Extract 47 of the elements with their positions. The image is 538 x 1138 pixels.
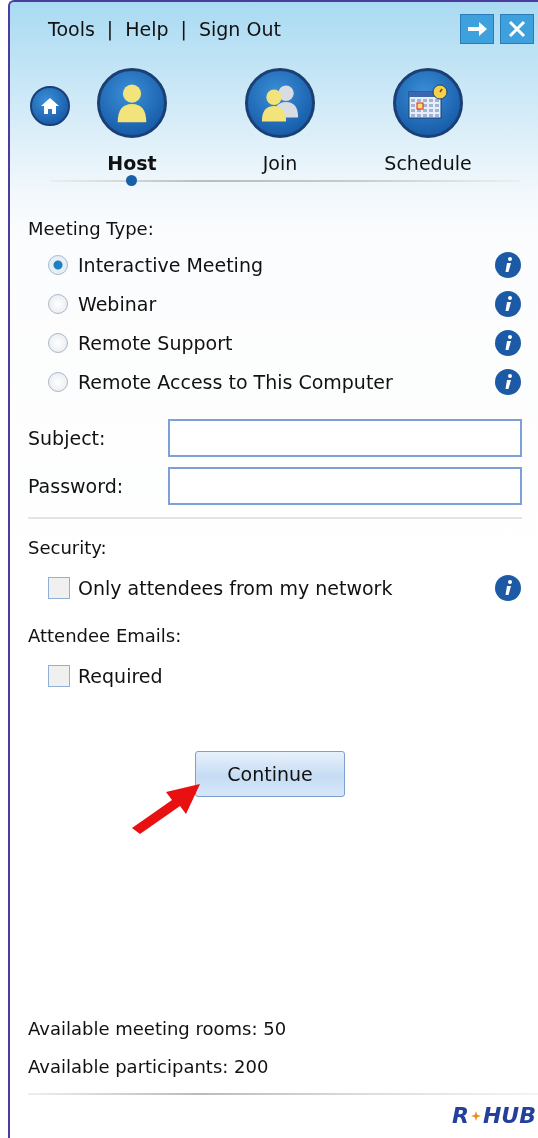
- close-button[interactable]: [500, 14, 534, 44]
- footer-text: Available meeting rooms: 50: [28, 1018, 288, 1039]
- info-icon[interactable]: [494, 250, 522, 279]
- menu-link[interactable]: Sign Out: [198, 18, 281, 40]
- radio-button[interactable]: [48, 254, 68, 275]
- menu-link[interactable]: Tools: [48, 18, 95, 40]
- section-label: Meeting Type:: [28, 218, 155, 239]
- nav-tab[interactable]: Schedule: [380, 68, 476, 174]
- section-label: Security:: [28, 537, 108, 558]
- arrow-icon: [466, 21, 488, 37]
- home-button[interactable]: [30, 86, 70, 126]
- radio-button[interactable]: [48, 371, 68, 392]
- option-label[interactable]: Webinar: [78, 292, 494, 315]
- menu-separator: |: [106, 18, 114, 40]
- input-field[interactable]: [168, 419, 522, 457]
- option-label[interactable]: Remote Access to This Computer: [78, 370, 494, 393]
- logo-text: HUB: [482, 1103, 536, 1128]
- menu-separator: |: [180, 18, 187, 40]
- nav-tab[interactable]: Host: [84, 68, 180, 174]
- star-icon: [470, 1110, 481, 1121]
- menu-link[interactable]: Help: [125, 18, 169, 40]
- arrow-button[interactable]: [460, 14, 494, 44]
- option-label[interactable]: Only attendees from my network: [78, 576, 494, 599]
- logo-text: R: [452, 1103, 469, 1128]
- info-icon[interactable]: [494, 328, 522, 357]
- info-icon[interactable]: [494, 367, 522, 396]
- info-icon[interactable]: [494, 289, 522, 318]
- home-icon: [40, 97, 60, 115]
- option-label[interactable]: Interactive Meeting: [78, 253, 494, 276]
- section-label: Attendee Emails:: [28, 625, 183, 646]
- info-icon[interactable]: [494, 573, 522, 602]
- radio-button[interactable]: [48, 332, 68, 353]
- nav-tab[interactable]: Join: [232, 68, 328, 174]
- option-label[interactable]: Remote Support: [78, 331, 494, 354]
- checkbox[interactable]: [48, 576, 70, 599]
- person-icon: [115, 83, 149, 123]
- checkbox[interactable]: [48, 664, 70, 687]
- field-label: Password:: [28, 475, 125, 497]
- radio-button[interactable]: [48, 293, 68, 314]
- field-label: Subject:: [28, 427, 107, 449]
- option-label[interactable]: Required: [78, 664, 522, 687]
- close-icon: [507, 19, 527, 39]
- input-field[interactable]: [168, 467, 522, 505]
- continue-button[interactable]: Continue: [195, 751, 345, 797]
- selected-tab-indicator: [126, 175, 137, 186]
- footer-text: Available participants: 200: [28, 1056, 270, 1077]
- calendar-icon: [407, 84, 449, 122]
